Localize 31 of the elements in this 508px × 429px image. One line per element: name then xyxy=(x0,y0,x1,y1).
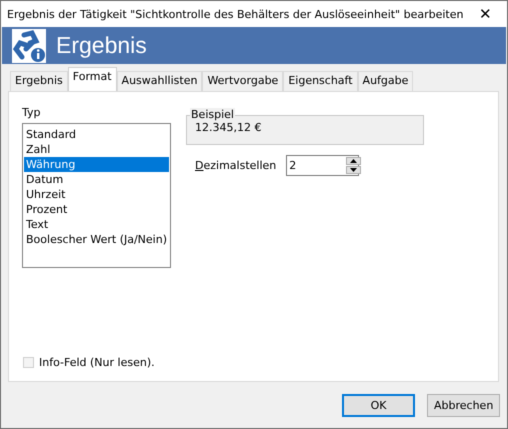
list-item[interactable]: Zahl xyxy=(24,142,169,157)
spin-down-button[interactable] xyxy=(346,166,362,174)
decimal-spinner[interactable]: 2 xyxy=(286,155,360,176)
window-title: Ergebnis der Tätigkeit "Sichtkontrolle des Behälters der Auslöseeinheit" bearbeiten xyxy=(7,8,464,20)
tab[interactable]: Auswahllisten xyxy=(116,71,202,91)
field-label: Dezimalstellen xyxy=(195,159,276,172)
close-button[interactable]: ✕ xyxy=(464,1,507,27)
example-value: 12.345,12 € xyxy=(195,121,262,134)
list-item[interactable]: Währung xyxy=(24,157,169,172)
tab[interactable]: Eigenschaft xyxy=(283,71,358,91)
list-item[interactable]: Prozent xyxy=(24,202,169,217)
tab[interactable]: Ergebnis xyxy=(10,71,68,91)
tab[interactable]: Wertvorgabe xyxy=(202,71,284,91)
list-item[interactable]: Boolescher Wert (Ja/Nein) xyxy=(24,232,169,247)
list-item[interactable]: Uhrzeit xyxy=(24,187,169,202)
list-label: Typ xyxy=(22,106,42,119)
group-label: Beispiel xyxy=(190,108,235,121)
spin-up-button[interactable] xyxy=(346,157,362,165)
ok-button[interactable]: OK xyxy=(342,394,415,417)
tab[interactable]: Aufgabe xyxy=(358,71,414,91)
list-item[interactable]: Text xyxy=(24,217,169,232)
link-info-icon xyxy=(12,28,46,62)
list-item[interactable]: Standard xyxy=(24,127,169,142)
type-listbox[interactable]: Standard Zahl Währung Datum Uhrzeit Prozent Text Boolescher Wert (Ja/Nein) xyxy=(22,123,171,268)
down-arrow-icon xyxy=(350,168,358,172)
checkbox-label: Info-Feld (Nur lesen). xyxy=(39,356,155,369)
header-title: Ergebnis xyxy=(56,32,147,59)
cancel-button[interactable]: Abbrechen xyxy=(427,394,500,417)
list-item[interactable]: Datum xyxy=(24,172,169,187)
tab[interactable]: Format xyxy=(68,67,117,91)
up-arrow-icon xyxy=(350,159,358,163)
